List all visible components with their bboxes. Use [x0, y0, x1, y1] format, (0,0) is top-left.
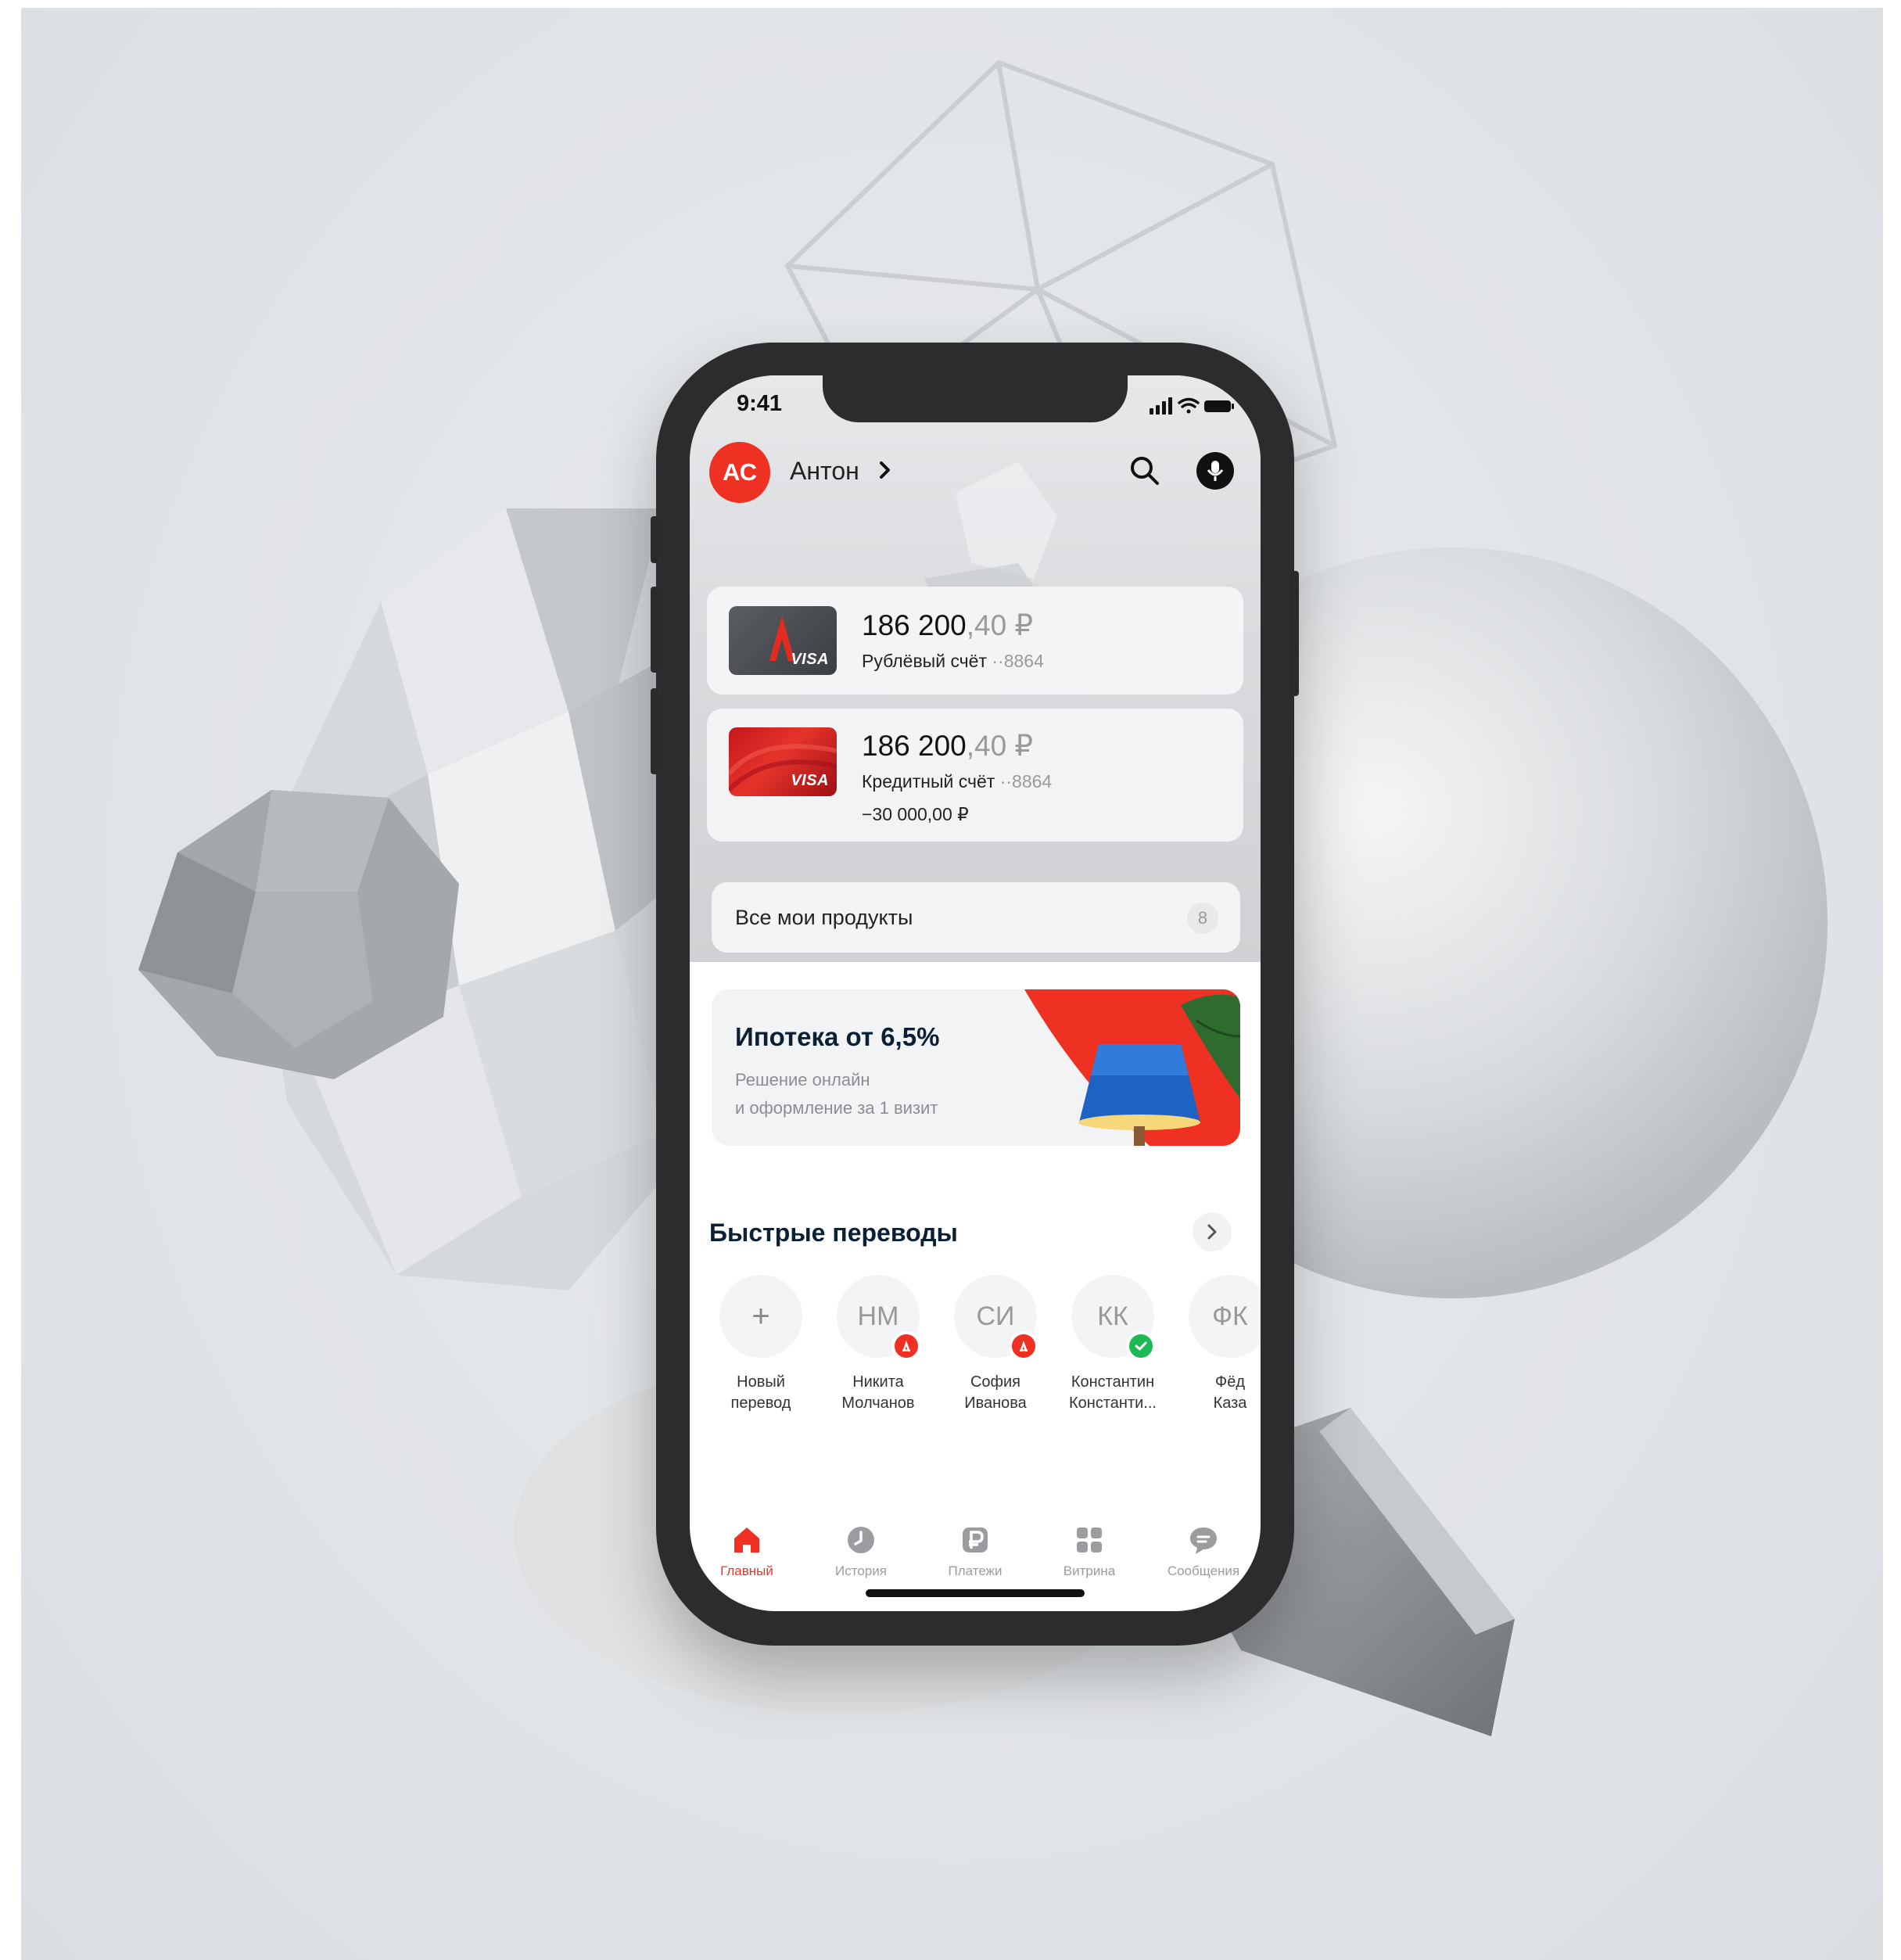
check-badge-icon [1126, 1331, 1156, 1361]
card-image: VISA [729, 606, 837, 675]
user-avatar[interactable]: АС [709, 442, 770, 503]
phone-volume-down [651, 688, 658, 774]
phone-side-button [651, 516, 658, 563]
contact-avatar: КК [1071, 1275, 1156, 1361]
status-icons [1150, 397, 1234, 415]
contact-avatar: ФК [1189, 1275, 1261, 1358]
background-scene: 9:41 АС Антон VISA 186 200,40 ₽ Рублёвый… [21, 8, 1883, 1960]
microphone-button[interactable] [1196, 452, 1234, 490]
lamp-illustration-icon [1024, 989, 1240, 1146]
ruble-icon [963, 1527, 988, 1553]
chevron-right-icon[interactable] [877, 460, 893, 480]
contact-item[interactable]: КК Константин Константи... [1054, 1275, 1171, 1414]
signal-icon [1150, 397, 1172, 415]
wifi-icon [1178, 397, 1200, 414]
alfa-badge-icon [1009, 1331, 1038, 1361]
tab-label: История [835, 1563, 887, 1578]
tab-home[interactable]: Главный [690, 1521, 804, 1579]
all-products-button[interactable]: Все мои продукты 8 [712, 882, 1240, 953]
quick-transfers-title: Быстрые переводы [709, 1219, 958, 1247]
tab-label: Главный [720, 1563, 773, 1578]
user-name[interactable]: Антон [790, 457, 859, 486]
contact-item[interactable]: СИ София Иванова [937, 1275, 1054, 1414]
account-balance: 186 200,40 ₽ [862, 730, 1034, 762]
new-transfer-plus-icon: + [719, 1275, 802, 1358]
quick-transfers-more-button[interactable] [1193, 1212, 1232, 1251]
tab-label: Платежи [948, 1563, 1003, 1578]
account-card-rub[interactable]: VISA 186 200,40 ₽ Рублёвый счёт ··8864 [707, 587, 1243, 695]
contact-name: София Иванова [964, 1373, 1027, 1412]
account-credit-limit: −30 000,00 ₽ [862, 804, 969, 824]
contact-item[interactable]: ФК Фёд Каза [1171, 1275, 1261, 1414]
chevron-right-icon [1207, 1224, 1217, 1240]
tab-label: Сообщения [1167, 1563, 1240, 1578]
chat-icon [1190, 1527, 1217, 1554]
account-name: Рублёвый счёт ··8864 [862, 651, 1044, 671]
contact-name: Константин Константи... [1069, 1373, 1157, 1412]
tab-messages[interactable]: Сообщения [1146, 1521, 1261, 1579]
home-indicator [866, 1589, 1085, 1597]
contact-name: Новый перевод [730, 1373, 791, 1412]
search-icon[interactable] [1128, 454, 1162, 488]
contact-item[interactable]: НМ Никита Молчанов [820, 1275, 937, 1414]
microphone-icon [1207, 461, 1224, 481]
contact-new-transfer[interactable]: + Новый перевод [702, 1275, 820, 1414]
phone-volume-up [651, 587, 658, 673]
bottom-tab-bar: Главный История Платежи Витрина Сообщени… [690, 1521, 1261, 1592]
alfa-badge-icon [891, 1331, 921, 1361]
contact-name: Никита Молчанов [841, 1373, 915, 1412]
grid-icon [1077, 1527, 1102, 1553]
battery-icon [1204, 400, 1234, 412]
visa-label: VISA [791, 772, 829, 789]
account-card-credit[interactable]: VISA 186 200,40 ₽ Кредитный счёт ··8864 … [707, 709, 1243, 842]
phone-notch [823, 375, 1128, 422]
clock-icon [848, 1527, 874, 1553]
account-balance: 186 200,40 ₽ [862, 609, 1034, 641]
phone-power-button [1291, 571, 1299, 696]
account-name: Кредитный счёт ··8864 [862, 771, 1053, 792]
tab-label: Витрина [1063, 1563, 1116, 1578]
tab-history[interactable]: История [804, 1521, 918, 1579]
contact-name: Фёд Каза [1213, 1373, 1247, 1412]
contact-avatar: НМ [837, 1275, 921, 1361]
card-image: VISA [729, 727, 837, 796]
tab-payments[interactable]: Платежи [918, 1521, 1032, 1579]
all-products-count: 8 [1187, 903, 1218, 934]
all-products-label: Все мои продукты [735, 906, 913, 929]
contact-avatar: СИ [954, 1275, 1038, 1361]
tab-showcase[interactable]: Витрина [1032, 1521, 1146, 1579]
phone-screen: 9:41 АС Антон VISA 186 200,40 ₽ Рублёвый… [690, 375, 1261, 1611]
status-time: 9:41 [737, 391, 783, 416]
mortgage-promo-banner[interactable]: Ипотека от 6,5% Решение онлайн и оформле… [712, 989, 1240, 1146]
visa-label: VISA [791, 651, 829, 668]
home-icon [734, 1527, 759, 1553]
